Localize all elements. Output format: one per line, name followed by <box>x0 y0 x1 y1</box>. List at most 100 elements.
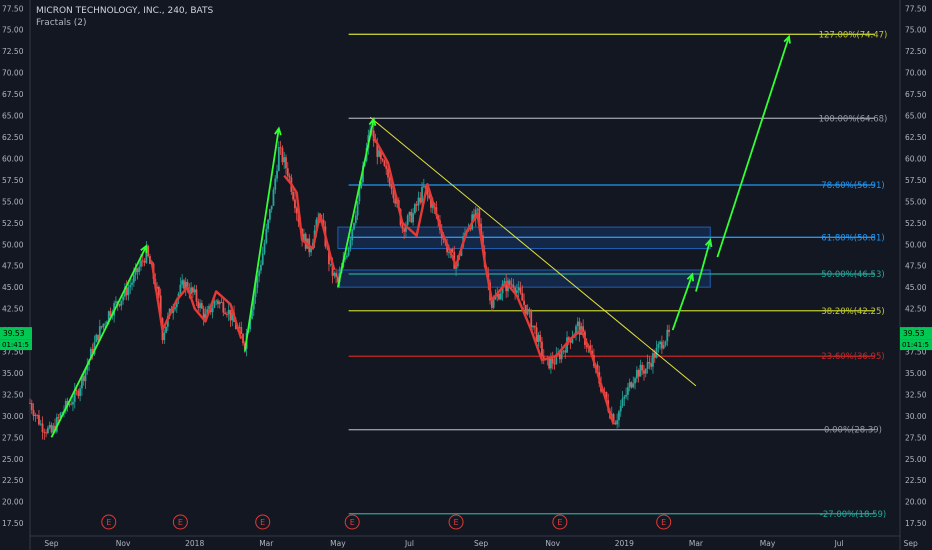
candle-body <box>265 228 268 243</box>
candle-body <box>43 432 46 433</box>
candle-body <box>47 427 49 434</box>
candle-body <box>286 168 289 176</box>
candle-body <box>118 304 121 306</box>
y-tick-label: 67.50 <box>905 90 927 99</box>
candle-body <box>272 189 275 206</box>
candle-body <box>329 263 332 265</box>
candle-body <box>165 326 167 333</box>
candle-body <box>632 383 635 388</box>
indicator-label: Fractals (2) <box>36 18 87 28</box>
candle-body <box>34 414 37 416</box>
candle-body <box>79 388 82 396</box>
candle-body <box>333 272 336 276</box>
candle-body <box>104 323 107 325</box>
fib-level-label: 38.20%(42.25) <box>821 307 884 317</box>
candle-body <box>270 205 273 210</box>
y-tick-label: 57.50 <box>905 176 927 185</box>
candle-body <box>41 423 44 433</box>
candle-body <box>519 287 522 293</box>
y-tick-label: 60.00 <box>905 154 927 163</box>
candle-body <box>183 280 185 289</box>
candle-body <box>38 415 40 425</box>
candle-body <box>218 301 221 305</box>
y-tick-label: 42.50 <box>905 305 927 314</box>
candle-body <box>351 229 354 241</box>
candle-body <box>652 353 654 367</box>
y-tick-label-left: 72.50 <box>2 47 24 56</box>
candle-body <box>653 353 656 358</box>
candle-body <box>129 284 132 288</box>
candle-body <box>136 268 139 273</box>
candle-body <box>422 186 425 187</box>
fib-level-label: 78.60%(56.91) <box>821 181 884 191</box>
candle-body <box>222 302 225 313</box>
candle-body <box>279 147 282 148</box>
candle-body <box>510 284 513 286</box>
candle-body <box>347 247 350 256</box>
candle-body <box>630 382 633 388</box>
candle-body <box>72 401 74 405</box>
candle-body <box>521 292 524 301</box>
candle-body <box>530 310 533 328</box>
fib-level-label: 127.00%(74.47) <box>819 30 888 40</box>
candle-body <box>498 293 500 300</box>
candle-body <box>197 301 200 309</box>
candle-body <box>213 301 216 308</box>
candle-body <box>215 300 218 302</box>
y-tick-label: 72.50 <box>905 47 927 56</box>
candle-body <box>401 225 404 229</box>
y-tick-label-left: 75.00 <box>2 26 24 35</box>
x-tick-label: Sep <box>44 539 58 548</box>
candle-body <box>57 417 60 418</box>
candle-body <box>618 411 620 421</box>
candle-body <box>277 147 280 171</box>
candle-body <box>140 260 142 267</box>
candle-body <box>388 177 391 187</box>
x-tick-label: Nov <box>116 539 131 548</box>
candle-body <box>229 309 232 321</box>
candle-body <box>115 301 117 304</box>
y-tick-label-left: 77.50 <box>2 4 24 13</box>
candle-body <box>476 208 479 210</box>
candle-body <box>526 309 529 315</box>
candle-body <box>616 420 619 425</box>
x-tick-label: Jul <box>834 539 844 548</box>
y-tick-label-left: 57.50 <box>2 176 24 185</box>
candle-body <box>199 303 201 309</box>
y-tick-label: 17.50 <box>905 519 927 528</box>
y-tick-label: 65.00 <box>905 112 927 121</box>
candle-body <box>421 186 423 203</box>
candle-body <box>274 178 277 190</box>
candle-body <box>623 396 626 399</box>
y-tick-label: 75.00 <box>905 26 927 35</box>
candle-body <box>356 201 359 216</box>
y-tick-label-left: 25.00 <box>2 455 24 464</box>
candle-body <box>537 334 540 343</box>
y-tick-label: 32.50 <box>905 390 927 399</box>
candle-body <box>147 246 150 257</box>
candle-body <box>32 410 35 416</box>
candle-body <box>48 424 51 428</box>
candle-body <box>283 157 286 163</box>
y-tick-label: 30.00 <box>905 412 927 421</box>
candle-body <box>349 240 352 248</box>
candle-body <box>659 341 662 345</box>
earnings-marker-label: E <box>661 518 666 527</box>
price-chart[interactable]: 17.50 17.50 20.00 20.00 22.50 22.50 25.00 25.00… <box>0 0 932 550</box>
candle-body <box>192 287 194 293</box>
x-tick-label: Mar <box>259 539 274 548</box>
candle-body <box>100 326 103 328</box>
candle-body <box>564 350 567 353</box>
candle-body <box>410 212 413 223</box>
x-tick-label: Mar <box>689 539 704 548</box>
y-tick-label-left: 22.50 <box>2 476 24 485</box>
candle-body <box>383 160 386 166</box>
candle-body <box>451 249 454 253</box>
y-tick-label-left: 62.50 <box>2 133 24 142</box>
candle-body <box>381 158 384 161</box>
candle-body <box>576 321 579 327</box>
candle-body <box>200 303 203 309</box>
candle-body <box>122 296 124 301</box>
candle-body <box>639 364 642 377</box>
candle-body <box>385 165 388 169</box>
